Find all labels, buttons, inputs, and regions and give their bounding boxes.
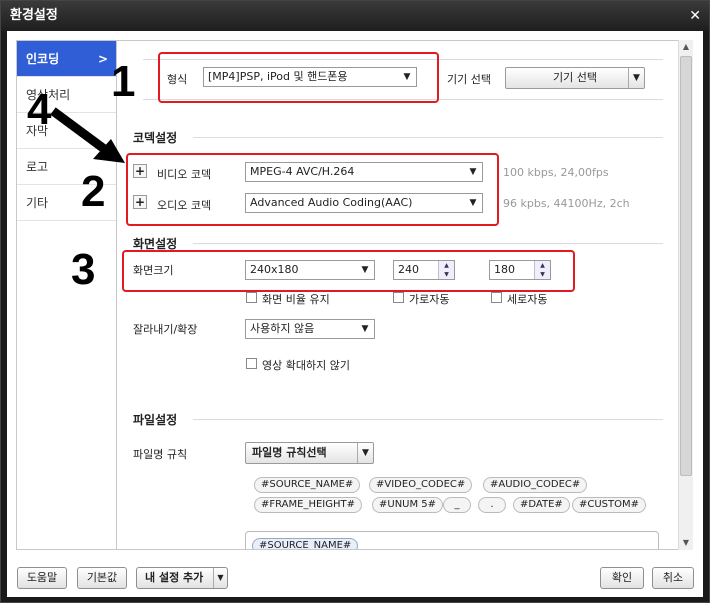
- filename-tag[interactable]: #AUDIO_CODEC#: [483, 477, 588, 493]
- chevron-down-icon: ▼: [628, 68, 644, 88]
- chevron-down-icon: ▼: [357, 443, 373, 463]
- keep-ratio-checkbox[interactable]: [246, 292, 257, 303]
- divider: [193, 243, 663, 244]
- device-label: 기기 선택: [447, 73, 491, 86]
- cancel-button[interactable]: 취소: [652, 567, 694, 589]
- audio-codec-info: 96 kpbs, 44100Hz, 2ch: [503, 197, 630, 210]
- filename-pattern-tag[interactable]: #SOURCE_NAME#: [252, 538, 359, 549]
- codec-section-title: 코덱설정: [133, 131, 178, 145]
- help-button[interactable]: 도움말: [17, 567, 67, 589]
- annotation-arrow-icon: [50, 107, 125, 163]
- filename-tag[interactable]: _: [443, 497, 471, 513]
- filename-rule-button-label: 파일명 규칙선택: [252, 446, 327, 459]
- highlight-box-1: [158, 52, 439, 103]
- chevron-down-icon[interactable]: ▼: [213, 568, 227, 588]
- annotation-number-3: 3: [71, 245, 96, 294]
- divider: [193, 419, 663, 420]
- highlight-box-2: [126, 153, 499, 226]
- auto-height-checkbox[interactable]: [491, 292, 502, 303]
- video-codec-info: 100 kbps, 24,00fps: [503, 166, 609, 179]
- add-my-setting-label: 내 설정 추가: [145, 571, 204, 584]
- chevron-down-icon: ▼: [361, 324, 369, 334]
- scroll-down-arrow-icon[interactable]: ▼: [679, 536, 693, 550]
- filename-tag[interactable]: #VIDEO_CODEC#: [369, 477, 473, 493]
- settings-panel: 형식 [MP4]PSP, iPod 및 핸드폰용 ▼ 기기 선택 기기 선택 ▼…: [117, 40, 692, 550]
- device-select-label: 기기 선택: [553, 71, 597, 84]
- add-my-setting-button[interactable]: 내 설정 추가 ▼: [136, 567, 228, 589]
- filename-rule-label: 파일명 규칙: [133, 448, 188, 461]
- title-bar: 환경설정 ✕: [1, 1, 709, 31]
- annotation-number-1: 1: [111, 57, 136, 106]
- filename-tag[interactable]: #UNUM 5#: [372, 497, 444, 513]
- no-zoom-checkbox[interactable]: [246, 358, 257, 369]
- divider: [193, 137, 663, 138]
- file-section-title: 파일설정: [133, 413, 178, 427]
- keep-ratio-label: 화면 비율 유지: [262, 293, 330, 306]
- sidebar-item-label: 기타: [26, 196, 49, 210]
- annotation-number-2: 2: [81, 167, 106, 216]
- crop-select[interactable]: 사용하지 않음 ▼: [245, 319, 375, 339]
- scroll-up-arrow-icon[interactable]: ▲: [679, 40, 693, 54]
- close-icon[interactable]: ✕: [689, 1, 701, 31]
- auto-width-label: 가로자동: [409, 293, 450, 306]
- filename-tag[interactable]: #FRAME_HEIGHT#: [254, 497, 363, 513]
- highlight-box-3: [122, 250, 575, 292]
- vertical-scrollbar[interactable]: ▲ ▼: [678, 40, 693, 550]
- sidebar-item-label: 인코딩: [26, 52, 60, 66]
- ok-button[interactable]: 확인: [600, 567, 644, 589]
- crop-value: 사용하지 않음: [250, 322, 315, 335]
- default-button[interactable]: 기본값: [77, 567, 127, 589]
- auto-width-checkbox[interactable]: [393, 292, 404, 303]
- device-select-button[interactable]: 기기 선택 ▼: [505, 67, 645, 89]
- window-title: 환경설정: [10, 8, 58, 23]
- filename-tag[interactable]: #DATE#: [513, 497, 570, 513]
- chevron-right-icon: >: [97, 52, 108, 66]
- filename-pattern-field[interactable]: #SOURCE_NAME#: [245, 531, 659, 549]
- filename-tag[interactable]: #SOURCE_NAME#: [254, 477, 361, 493]
- filename-tag[interactable]: #CUSTOM#: [572, 497, 647, 513]
- sidebar-item-encoding[interactable]: 인코딩 >: [17, 41, 116, 77]
- no-zoom-label: 영상 확대하지 않기: [262, 359, 350, 372]
- filename-tag[interactable]: .: [478, 497, 506, 513]
- crop-label: 잘라내기/확장: [133, 323, 198, 336]
- settings-window: 환경설정 ✕ 인코딩 > 영상처리 자막 로고 기타 형식 [MP4]PSP, …: [0, 0, 710, 603]
- auto-height-label: 세로자동: [507, 293, 548, 306]
- scroll-thumb[interactable]: [680, 56, 692, 476]
- filename-rule-button[interactable]: 파일명 규칙선택 ▼: [245, 442, 374, 464]
